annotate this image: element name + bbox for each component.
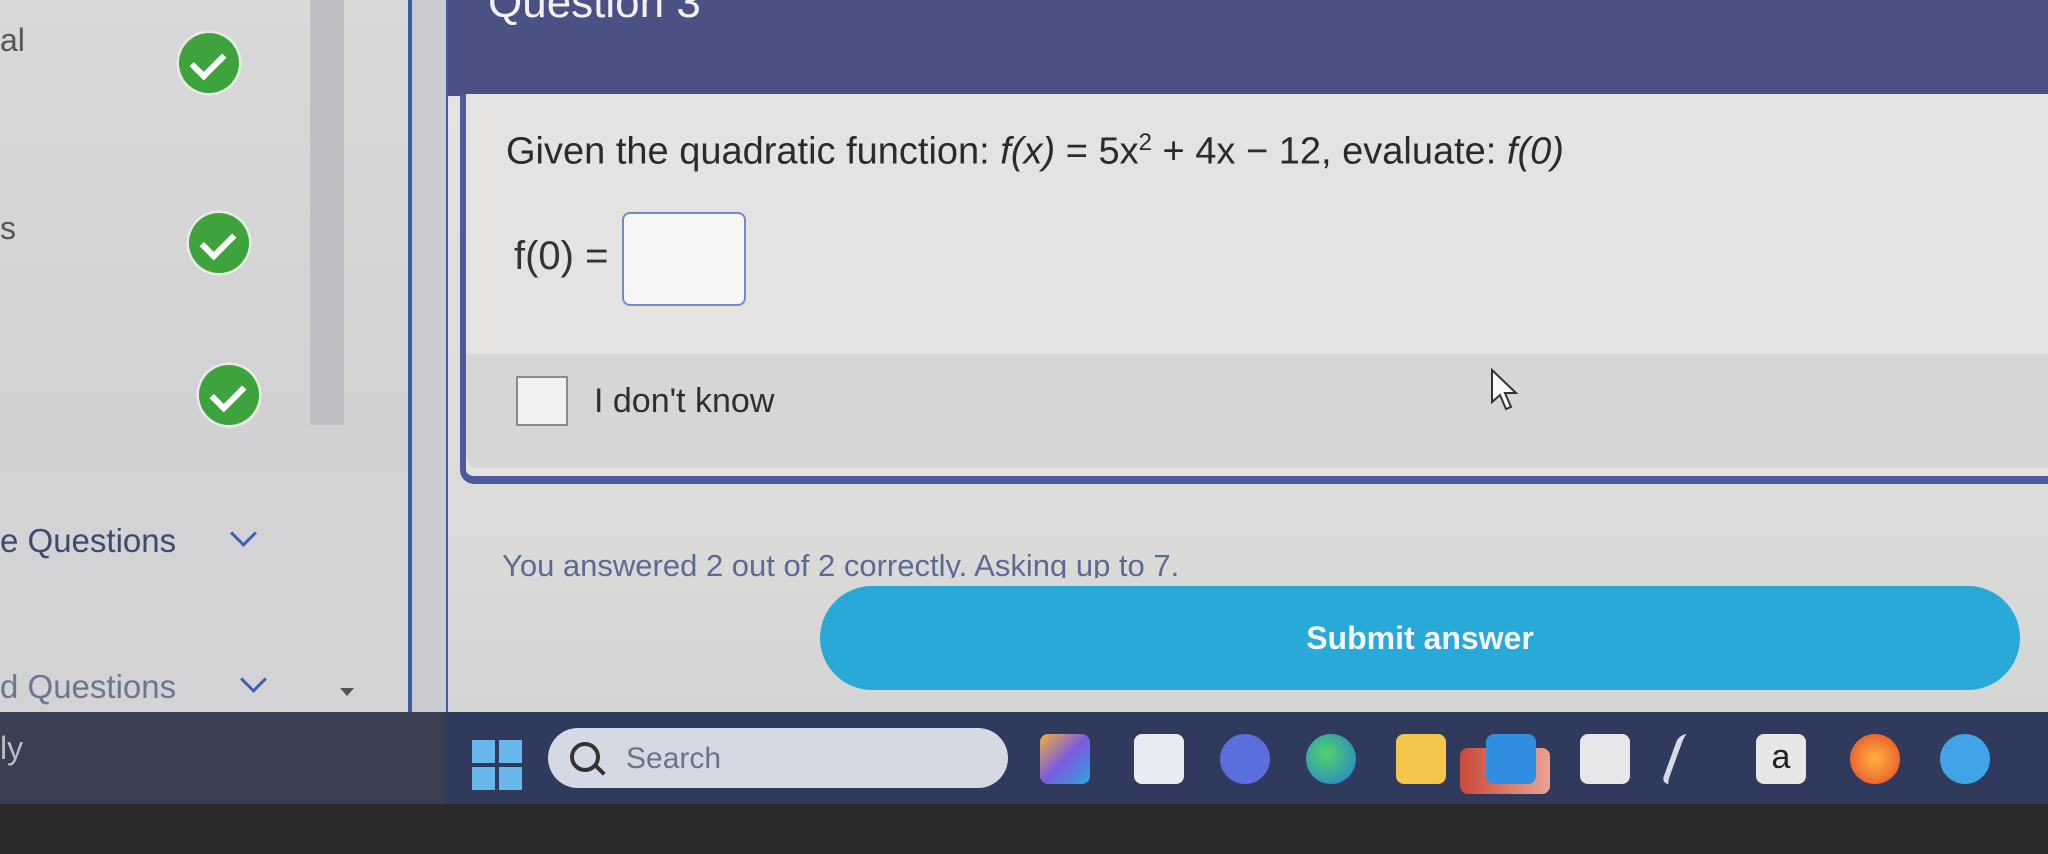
answer-input[interactable]	[622, 212, 746, 306]
practice-questions-toggle[interactable]: e Questions	[0, 522, 176, 560]
idk-checkbox[interactable]	[516, 376, 568, 426]
copilot-icon[interactable]	[1040, 734, 1090, 784]
windows-taskbar: ly Search a	[0, 712, 2048, 804]
file-explorer-icon[interactable]	[1134, 734, 1184, 784]
idk-label[interactable]: I don't know	[594, 382, 774, 421]
prompt-text: Given the quadratic function:	[506, 130, 1001, 173]
store-icon[interactable]	[1580, 734, 1630, 784]
evaluate-expression: f(0)	[1506, 130, 1564, 173]
question-1-correct-check-icon[interactable]	[176, 30, 242, 96]
function-term: + 4x − 12	[1151, 130, 1321, 173]
snipping-icon[interactable]	[1660, 734, 1706, 784]
caret-down-icon	[340, 688, 354, 696]
video-icon[interactable]	[1220, 734, 1270, 784]
question-header: Question 3	[448, 0, 2048, 96]
question-2-correct-check-icon[interactable]	[186, 210, 252, 276]
sidebar-cut-label: al	[0, 22, 25, 58]
discord-icon[interactable]	[1940, 734, 1990, 784]
question-card: Given the quadratic function: f(x) = 5x2…	[460, 94, 2048, 484]
sidebar-cut-label: s	[0, 210, 16, 246]
sidebar-scroll-strip	[310, 0, 344, 425]
function-lhs: f(x)	[1000, 130, 1056, 173]
practice-questions-label: e Questions	[0, 522, 177, 559]
answer-label: f(0) =	[514, 234, 609, 278]
taskbar-left-pane: ly	[0, 712, 445, 804]
progress-text: You answered 2 out of 2 correctly. Askin…	[502, 548, 1180, 578]
graded-questions-label: d Questions	[0, 668, 177, 705]
desk-bezel	[0, 804, 2048, 854]
search-placeholder: Search	[626, 742, 722, 775]
mouse-cursor-icon	[1491, 368, 1519, 411]
firefox-icon[interactable]	[1850, 734, 1900, 784]
taskbar-cut-label: ly	[0, 730, 24, 766]
amazon-icon[interactable]: a	[1756, 734, 1806, 784]
folder-icon[interactable]	[1396, 734, 1446, 784]
prompt-text: , evaluate:	[1321, 130, 1507, 173]
question-3-status-check-icon[interactable]	[196, 362, 262, 428]
function-exponent: 2	[1138, 129, 1152, 156]
question-panel: Question 3 Given the quadratic function:…	[448, 0, 2048, 712]
idk-area: I don't know	[466, 354, 2048, 468]
graded-questions-toggle[interactable]: d Questions	[0, 668, 176, 706]
sidebar: al s e Questions d Questions	[0, 0, 445, 712]
function-term: = 5x	[1055, 130, 1139, 173]
edge-icon[interactable]	[1306, 734, 1356, 784]
taskbar-search-box[interactable]: Search	[548, 728, 1550, 794]
question-prompt: Given the quadratic function: f(x) = 5x2…	[506, 129, 1564, 174]
submit-answer-button[interactable]: Submit answer	[820, 586, 2020, 690]
start-icon[interactable]	[472, 740, 522, 790]
search-icon	[570, 742, 600, 772]
mail-icon[interactable]	[1486, 734, 1536, 784]
panel-divider	[408, 0, 448, 712]
question-title: Question 3	[488, 0, 701, 27]
